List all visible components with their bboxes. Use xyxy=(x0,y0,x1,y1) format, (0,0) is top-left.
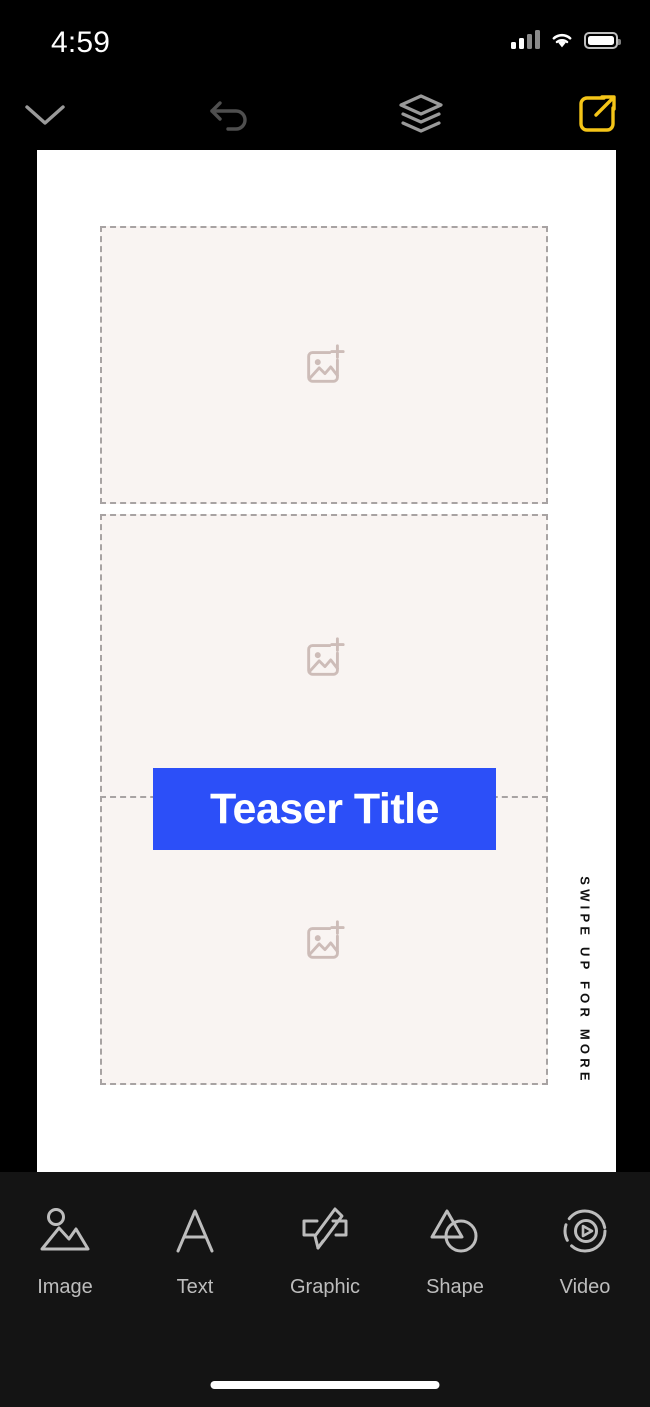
layers-icon xyxy=(399,94,443,133)
tool-tabs: Image Text Graphic Shape Video xyxy=(0,1200,650,1330)
tool-tab-image[interactable]: Image xyxy=(0,1200,130,1330)
export-button[interactable] xyxy=(558,78,636,150)
status-bar-indicators xyxy=(511,30,621,49)
chevron-down-icon xyxy=(25,105,65,125)
bottom-toolbar: Image Text Graphic Shape Video xyxy=(0,1172,650,1407)
add-image-icon xyxy=(307,344,345,383)
shapes-triangle-circle-icon xyxy=(426,1200,484,1262)
add-image-icon xyxy=(307,919,345,959)
image-mountain-icon xyxy=(36,1200,94,1262)
phone-screen: 4:59 Teaser Title SWIPE UP FOR MORE Imag… xyxy=(0,0,650,1407)
undo-button[interactable] xyxy=(192,78,270,150)
undo-arrow-icon xyxy=(210,101,247,131)
add-image-icon xyxy=(307,637,345,676)
battery-icon xyxy=(584,32,621,49)
wifi-icon xyxy=(552,33,572,48)
tool-tab-label: Graphic xyxy=(289,1276,361,1298)
status-bar: 4:59 xyxy=(0,0,650,78)
tool-tab-graphic[interactable]: Graphic xyxy=(260,1200,390,1330)
swipe-up-label[interactable]: SWIPE UP FOR MORE xyxy=(570,873,600,1088)
swipe-up-label-text: SWIPE UP FOR MORE xyxy=(577,876,593,1085)
teaser-title-block[interactable]: Teaser Title xyxy=(153,768,496,850)
design-canvas[interactable]: Teaser Title SWIPE UP FOR MORE xyxy=(37,150,616,1172)
tool-tab-label: Image xyxy=(37,1276,93,1298)
tool-tab-label: Shape xyxy=(426,1276,484,1298)
paintbrush-graphic-icon xyxy=(297,1200,353,1262)
status-bar-time: 4:59 xyxy=(51,26,111,59)
video-play-circle-icon xyxy=(557,1200,613,1262)
image-placeholder-1[interactable] xyxy=(100,226,548,504)
layers-button[interactable] xyxy=(382,78,460,150)
tool-tab-label: Video xyxy=(559,1276,611,1298)
export-share-icon xyxy=(579,95,616,132)
top-toolbar xyxy=(0,78,650,150)
cellular-signal-icon xyxy=(511,30,540,49)
tool-tab-text[interactable]: Text xyxy=(130,1200,260,1330)
home-indicator[interactable] xyxy=(210,1381,440,1389)
tool-tab-label: Text xyxy=(176,1276,214,1298)
text-letter-a-icon xyxy=(170,1200,220,1262)
collapse-button[interactable] xyxy=(6,78,84,150)
teaser-title-text: Teaser Title xyxy=(209,784,440,833)
tool-tab-shape[interactable]: Shape xyxy=(390,1200,520,1330)
image-placeholder-2[interactable] xyxy=(100,514,548,802)
tool-tab-video[interactable]: Video xyxy=(520,1200,650,1330)
